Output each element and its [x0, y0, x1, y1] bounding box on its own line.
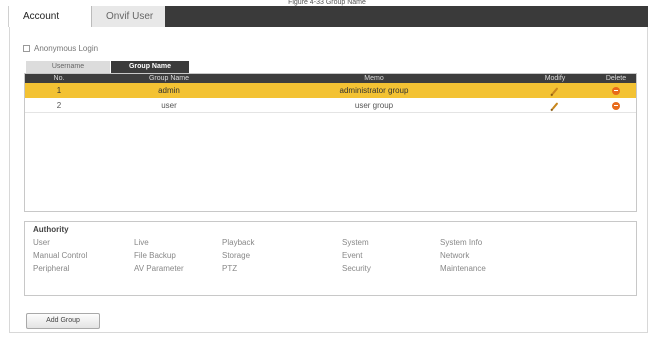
tab-onvif-user[interactable]: Onvif User [91, 6, 165, 27]
group-table: No. Group Name Memo Modify Delete 1 admi… [24, 73, 637, 212]
column-header-group-name: Group Name [148, 75, 190, 82]
authority-item: System Info [440, 238, 483, 247]
row-memo: administrator group [339, 86, 409, 95]
authority-title: Authority [33, 225, 69, 234]
row-memo: user group [354, 101, 394, 110]
delete-circle-icon [612, 86, 620, 95]
anonymous-login-checkbox[interactable] [23, 44, 30, 52]
authority-item: Security [342, 264, 371, 273]
anonymous-login-label: Anonymous Login [34, 43, 99, 53]
delete-button[interactable] [596, 98, 636, 113]
delete-circle-icon [612, 101, 620, 110]
row-group-name: admin [158, 86, 180, 95]
column-header-memo: Memo [364, 75, 384, 82]
authority-item: Storage [222, 251, 251, 260]
subtab-username[interactable]: Username [26, 61, 110, 73]
anonymous-login[interactable]: Anonymous Login [23, 43, 98, 53]
authority-item: Peripheral [33, 264, 70, 273]
authority-item: File Backup [134, 251, 176, 260]
modify-button[interactable] [535, 83, 575, 98]
pencil-icon [551, 86, 559, 95]
column-header-no: No. [53, 75, 65, 82]
table-row[interactable]: 1 admin administrator group [25, 83, 636, 98]
authority-item: AV Parameter [134, 264, 184, 273]
row-no: 1 [56, 86, 62, 95]
subtab-group-name[interactable]: Group Name [111, 61, 189, 73]
authority-item: Manual Control [33, 251, 88, 260]
delete-button[interactable] [596, 83, 636, 98]
authority-item: System [342, 238, 369, 247]
authority-item: PTZ [222, 264, 238, 273]
authority-item: Playback [222, 238, 255, 247]
table-header: No. Group Name Memo Modify Delete [25, 74, 636, 83]
column-header-modify: Modify [544, 75, 566, 82]
pencil-icon [551, 101, 559, 110]
row-no: 2 [56, 101, 62, 110]
modify-button[interactable] [535, 98, 575, 113]
authority-item: Event [342, 251, 363, 260]
authority-item: Network [440, 251, 470, 260]
tab-account[interactable]: Account [8, 6, 92, 27]
add-group-button[interactable]: Add Group [26, 313, 100, 329]
table-row[interactable]: 2 user user group [25, 98, 636, 113]
row-group-name: user [161, 101, 177, 110]
authority-item: User [33, 238, 50, 247]
authority-item: Live [134, 238, 149, 247]
authority-item: Maintenance [440, 264, 486, 273]
authority-panel: Authority User Live Playback System Syst… [24, 221, 637, 296]
column-header-delete: Delete [605, 75, 627, 82]
